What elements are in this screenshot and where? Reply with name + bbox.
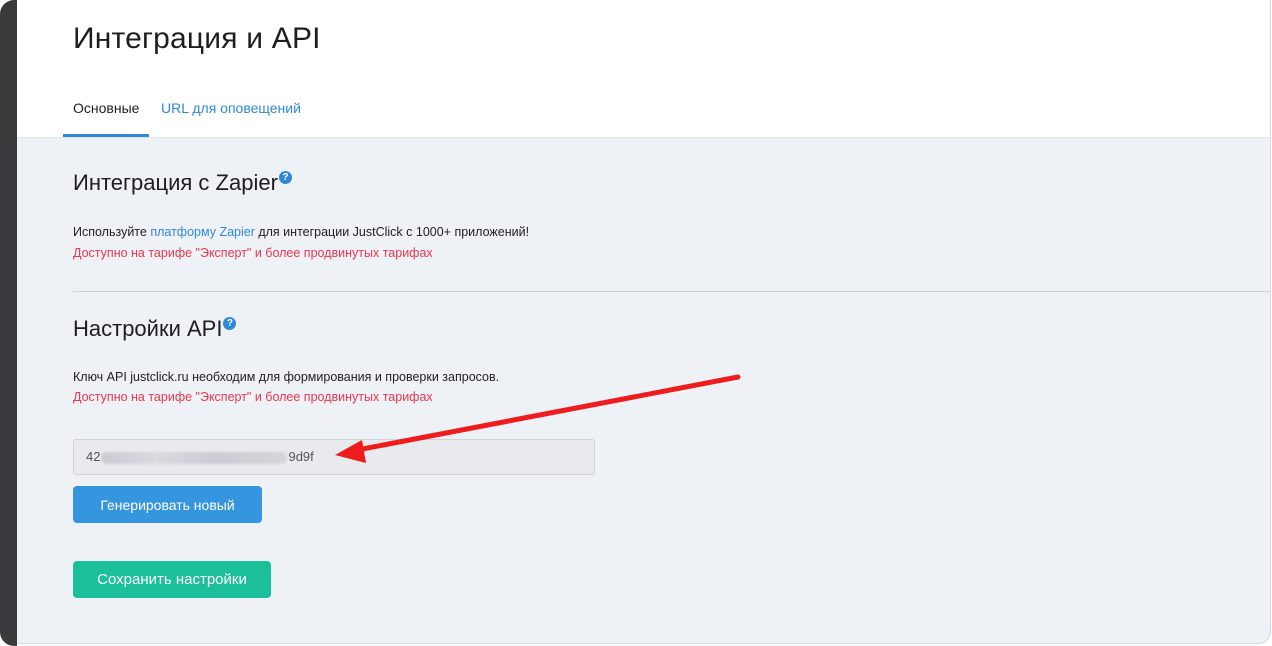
api-key-suffix: 9d9f (288, 449, 314, 464)
zapier-tariff-warning: Доступно на тарифе "Эксперт" и более про… (73, 246, 433, 260)
api-key-prefix: 42 (86, 449, 101, 464)
zapier-text-before: Используйте (73, 225, 151, 239)
api-title-text: Настройки API (73, 316, 223, 341)
help-icon[interactable]: ? (278, 171, 292, 184)
zapier-section-title: Интеграция с Zapier? (73, 170, 292, 196)
api-key-field[interactable]: 42 9d9f (73, 439, 595, 475)
api-tariff-warning: Доступно на тарифе "Эксперт" и более про… (73, 390, 433, 404)
window-frame: Интеграция и API Основные URL для оповещ… (0, 0, 1272, 646)
api-key-blurred (101, 451, 288, 464)
settings-card: Интеграция и API Основные URL для оповещ… (17, 0, 1271, 644)
page-title: Интеграция и API (73, 22, 321, 55)
zapier-description: Используйте платформу Zapier для интегра… (73, 225, 529, 239)
help-icon[interactable]: ? (223, 317, 237, 330)
api-section-title: Настройки API? (73, 316, 237, 342)
left-dark-bar (0, 0, 17, 646)
zapier-text-after: для интеграции JustClick с 1000+ приложе… (254, 225, 530, 239)
generate-new-key-button[interactable]: Генерировать новый (73, 486, 262, 523)
save-settings-button[interactable]: Сохранить настройки (73, 561, 271, 598)
tab-general[interactable]: Основные (63, 98, 150, 137)
section-divider (73, 291, 1270, 292)
page-header: Интеграция и API Основные URL для оповещ… (17, 0, 1270, 138)
api-description: Ключ API justclick.ru необходим для форм… (73, 370, 500, 384)
tab-notification-url[interactable]: URL для оповещений (151, 98, 311, 134)
zapier-title-text: Интеграция с Zapier (73, 170, 278, 195)
zapier-platform-link[interactable]: платформу Zapier (150, 225, 255, 239)
